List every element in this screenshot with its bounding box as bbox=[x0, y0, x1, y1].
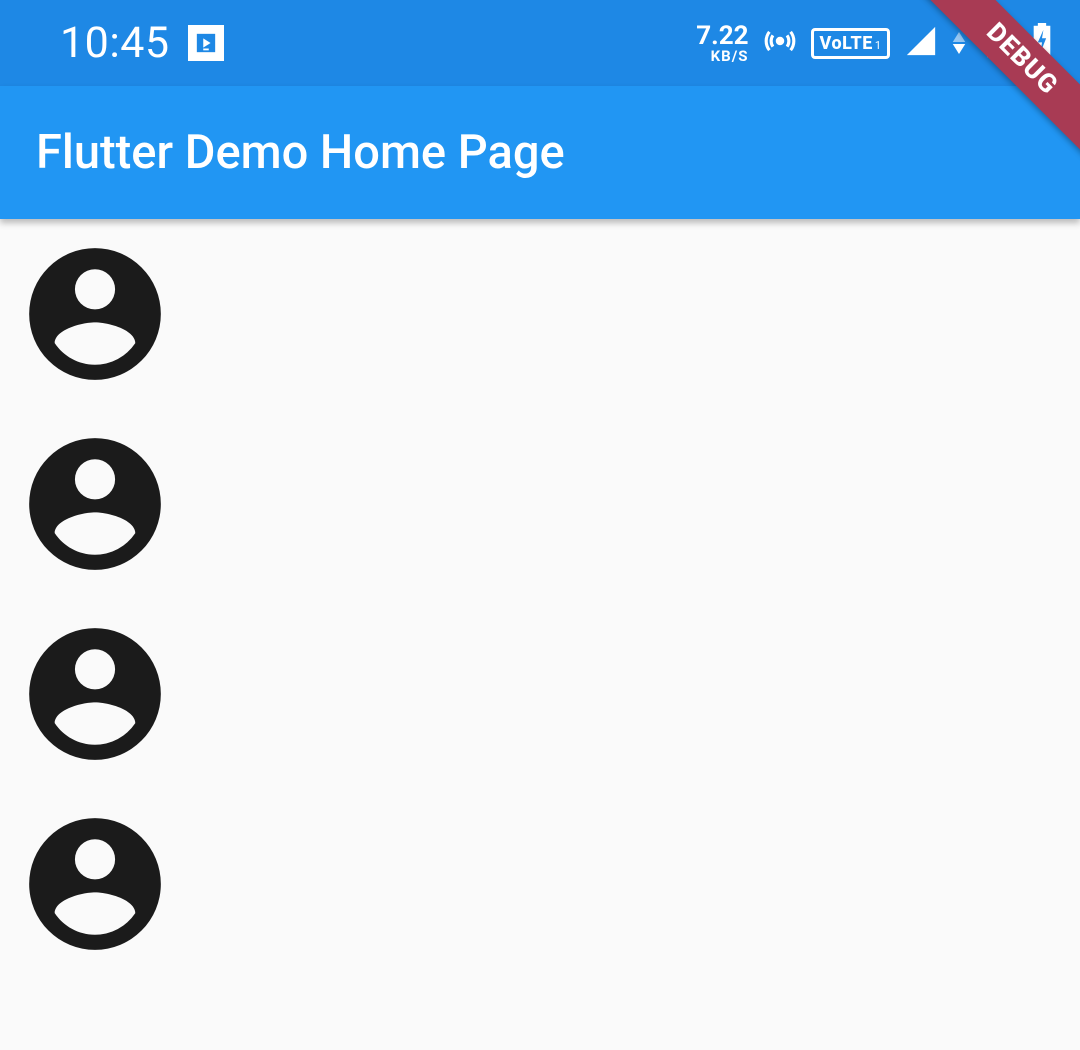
status-time: 10:45 bbox=[60, 18, 170, 68]
cellular-signal-icon bbox=[904, 24, 938, 62]
cast-icon bbox=[188, 25, 224, 61]
app-bar: Flutter Demo Home Page bbox=[0, 86, 1080, 219]
network-speed-indicator: 7.22 KB/S bbox=[696, 23, 748, 64]
volte-sim-number: 1 bbox=[875, 39, 881, 52]
net-speed-value: 7.22 bbox=[696, 23, 748, 49]
account-circle-icon bbox=[16, 235, 174, 393]
account-circle-icon bbox=[16, 615, 174, 773]
account-circle-icon bbox=[16, 805, 174, 963]
volte-badge: VoLTE 1 bbox=[811, 28, 890, 59]
list-item[interactable] bbox=[16, 235, 174, 393]
status-bar-left: 10:45 bbox=[60, 18, 224, 68]
volte-label: VoLTE bbox=[820, 33, 873, 54]
android-status-bar: 10:45 7.22 KB/S VoLTE 1 4G+ bbox=[0, 0, 1080, 86]
account-circle-icon bbox=[16, 425, 174, 583]
data-arrows-icon bbox=[952, 32, 966, 54]
list-item[interactable] bbox=[16, 425, 174, 583]
list-view[interactable] bbox=[0, 219, 1080, 979]
net-speed-unit: KB/S bbox=[696, 49, 748, 64]
list-item[interactable] bbox=[16, 805, 174, 963]
hotspot-icon bbox=[763, 24, 797, 62]
list-item[interactable] bbox=[16, 615, 174, 773]
page-title: Flutter Demo Home Page bbox=[36, 125, 565, 180]
